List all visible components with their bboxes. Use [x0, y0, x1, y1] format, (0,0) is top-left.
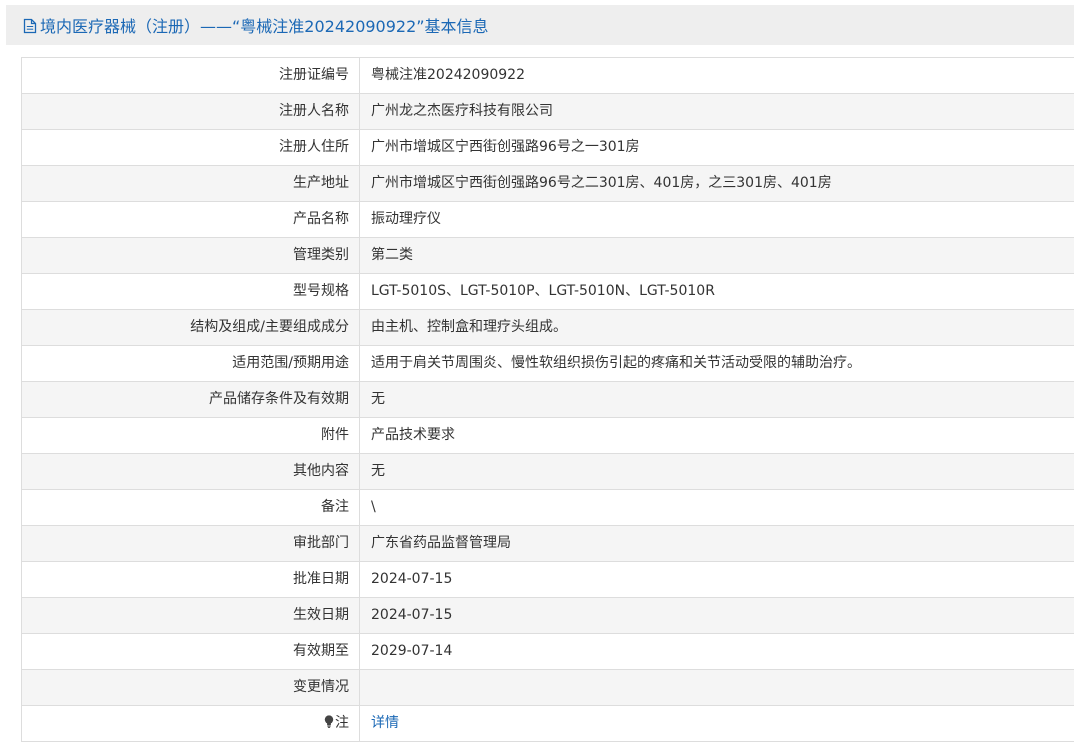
table-row: 产品名称 振动理疗仪	[21, 201, 1074, 238]
row-value: 第二类	[359, 237, 1074, 274]
row-value: 广州龙之杰医疗科技有限公司	[359, 93, 1074, 130]
row-value: 由主机、控制盒和理疗头组成。	[359, 309, 1074, 346]
row-value	[359, 669, 1074, 706]
row-label: 审批部门	[21, 525, 360, 562]
row-label: 生效日期	[21, 597, 360, 634]
row-label: 注册人住所	[21, 129, 360, 166]
row-value: 2024-07-15	[359, 561, 1074, 598]
row-label: 生产地址	[21, 165, 360, 202]
note-value-cell: 详情	[359, 705, 1074, 742]
row-value: \	[359, 489, 1074, 526]
row-label: 结构及组成/主要组成成分	[21, 309, 360, 346]
note-label: 注	[335, 715, 349, 731]
table-row: 附件 产品技术要求	[21, 417, 1074, 454]
row-label: 产品储存条件及有效期	[21, 381, 360, 418]
table-row: 注册人住所 广州市增城区宁西街创强路96号之一301房	[21, 129, 1074, 166]
row-value: 粤械注准20242090922	[359, 57, 1074, 94]
note-label-cell: 注	[21, 705, 360, 742]
row-label: 备注	[21, 489, 360, 526]
table-row: 管理类别 第二类	[21, 237, 1074, 274]
page-header: 境内医疗器械（注册）——“粤械注准20242090922”基本信息	[6, 5, 1074, 45]
row-value: 广东省药品监督管理局	[359, 525, 1074, 562]
row-value: 广州市增城区宁西街创强路96号之二301房、401房，之三301房、401房	[359, 165, 1074, 202]
document-icon	[23, 18, 37, 34]
row-label: 管理类别	[21, 237, 360, 274]
table-row: 批准日期 2024-07-15	[21, 561, 1074, 598]
info-table: 注册证编号 粤械注准20242090922 注册人名称 广州龙之杰医疗科技有限公…	[21, 57, 1074, 742]
row-value: 适用于肩关节周围炎、慢性软组织损伤引起的疼痛和关节活动受限的辅助治疗。	[359, 345, 1074, 382]
row-label: 其他内容	[21, 453, 360, 490]
row-value: 广州市增城区宁西街创强路96号之一301房	[359, 129, 1074, 166]
table-row: 变更情况	[21, 669, 1074, 706]
table-row: 生产地址 广州市增城区宁西街创强路96号之二301房、401房，之三301房、4…	[21, 165, 1074, 202]
page-title: 境内医疗器械（注册）——“粤械注准20242090922”基本信息	[40, 17, 489, 36]
table-row: 注册人名称 广州龙之杰医疗科技有限公司	[21, 93, 1074, 130]
row-label: 有效期至	[21, 633, 360, 670]
row-value: 产品技术要求	[359, 417, 1074, 454]
row-value: 无	[359, 381, 1074, 418]
table-row: 产品储存条件及有效期 无	[21, 381, 1074, 418]
row-label: 附件	[21, 417, 360, 454]
row-label: 批准日期	[21, 561, 360, 598]
table-row: 注册证编号 粤械注准20242090922	[21, 57, 1074, 94]
row-value: LGT-5010S、LGT-5010P、LGT-5010N、LGT-5010R	[359, 273, 1074, 310]
row-label: 适用范围/预期用途	[21, 345, 360, 382]
table-row: 适用范围/预期用途 适用于肩关节周围炎、慢性软组织损伤引起的疼痛和关节活动受限的…	[21, 345, 1074, 382]
row-label: 变更情况	[21, 669, 360, 706]
lightbulb-icon	[324, 715, 334, 728]
table-row: 有效期至 2029-07-14	[21, 633, 1074, 670]
row-value: 振动理疗仪	[359, 201, 1074, 238]
table-row: 生效日期 2024-07-15	[21, 597, 1074, 634]
details-link[interactable]: 详情	[371, 715, 399, 731]
page: 境内医疗器械（注册）——“粤械注准20242090922”基本信息 注册证编号 …	[0, 0, 1074, 745]
note-row: 注 详情	[21, 705, 1074, 742]
table-row: 型号规格 LGT-5010S、LGT-5010P、LGT-5010N、LGT-5…	[21, 273, 1074, 310]
table-row: 其他内容 无	[21, 453, 1074, 490]
table-row: 备注 \	[21, 489, 1074, 526]
row-label: 型号规格	[21, 273, 360, 310]
row-value: 无	[359, 453, 1074, 490]
row-value: 2024-07-15	[359, 597, 1074, 634]
row-value: 2029-07-14	[359, 633, 1074, 670]
row-label: 产品名称	[21, 201, 360, 238]
table-row: 审批部门 广东省药品监督管理局	[21, 525, 1074, 562]
row-label: 注册人名称	[21, 93, 360, 130]
table-row: 结构及组成/主要组成成分 由主机、控制盒和理疗头组成。	[21, 309, 1074, 346]
row-label: 注册证编号	[21, 57, 360, 94]
